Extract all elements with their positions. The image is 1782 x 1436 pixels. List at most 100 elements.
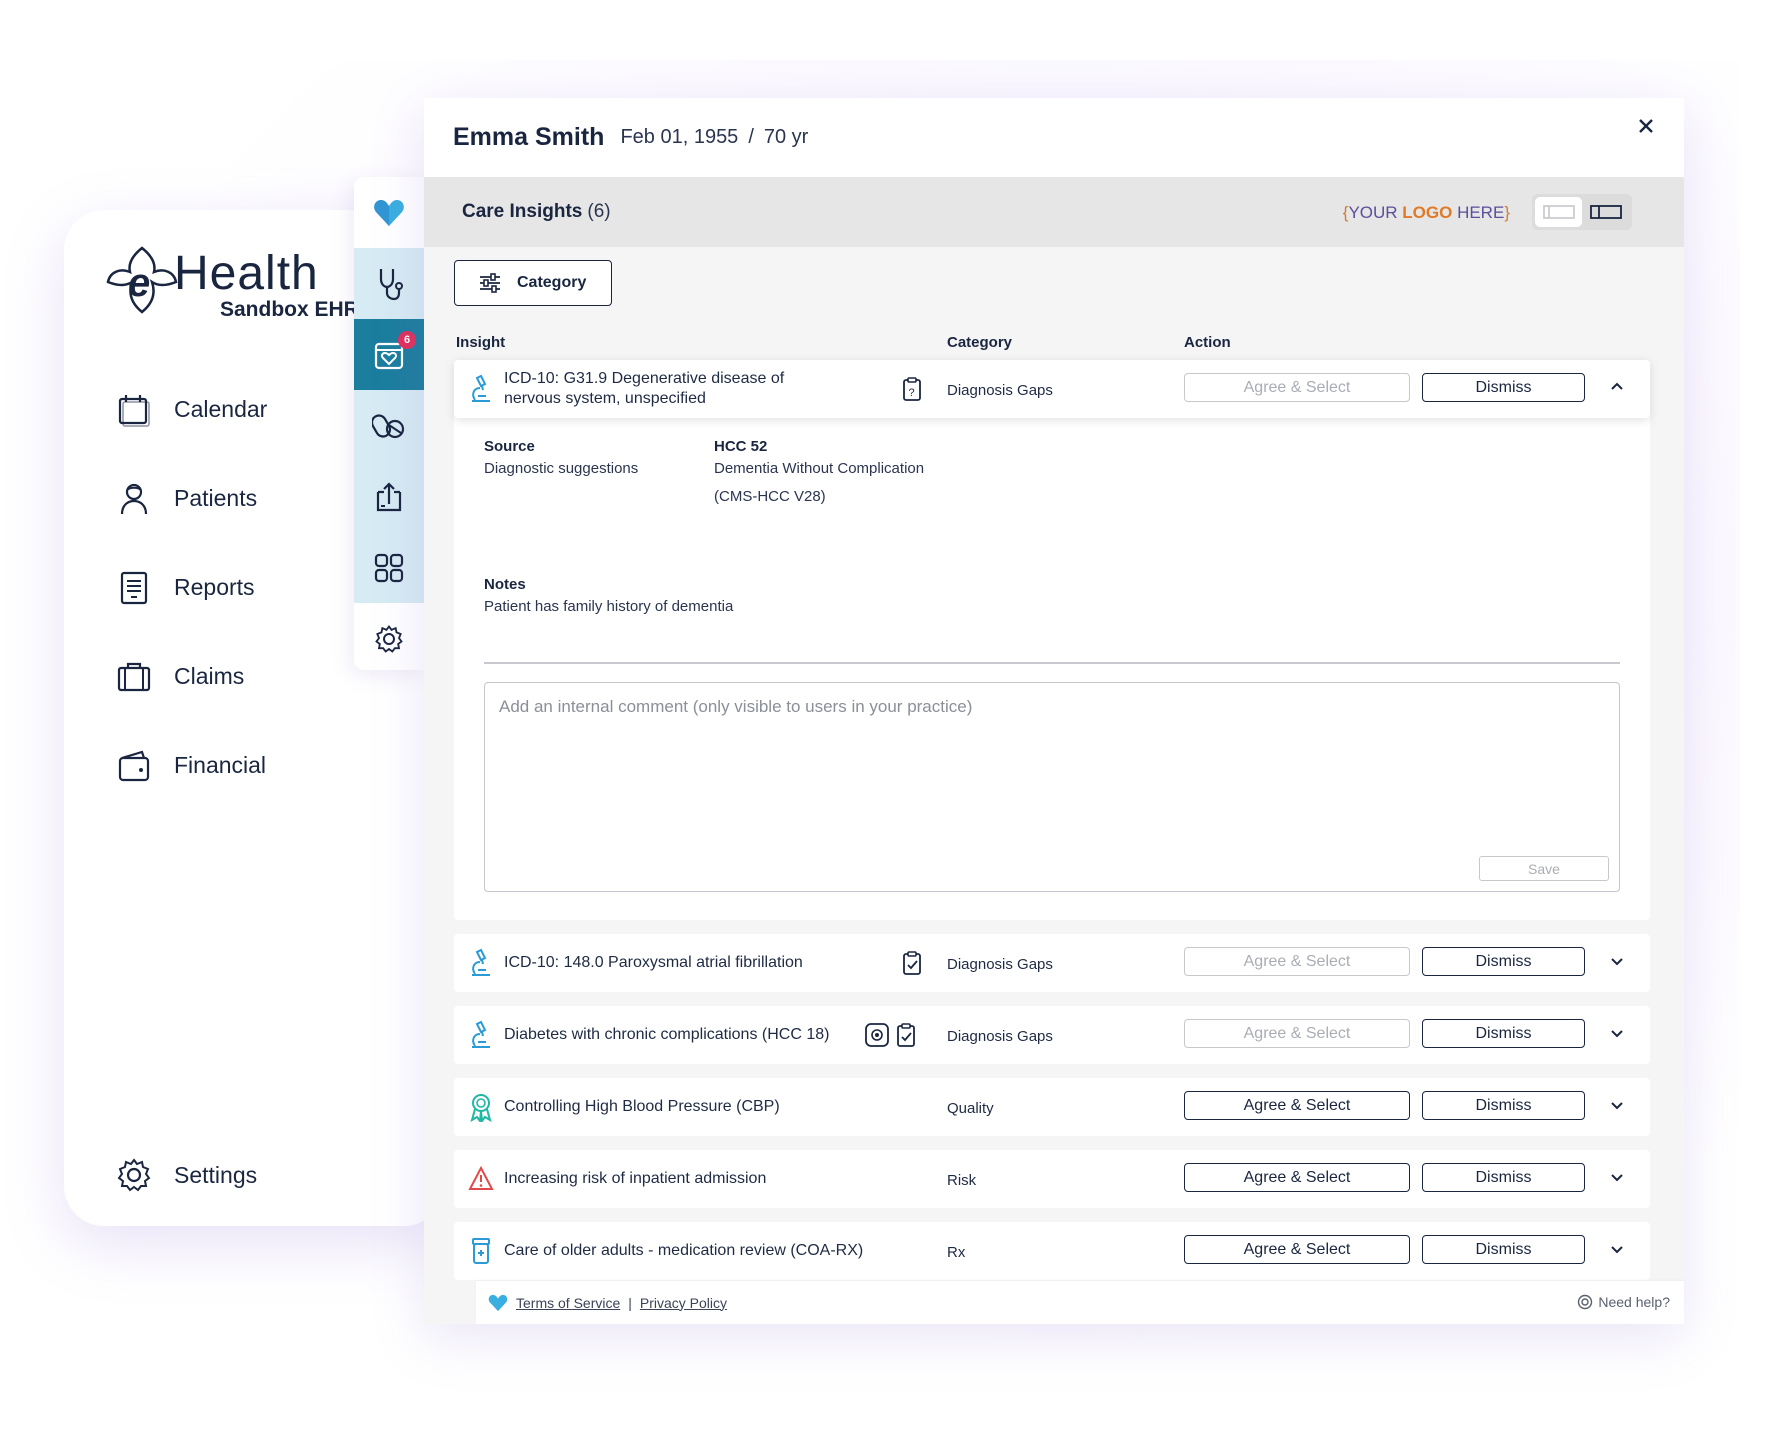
save-comment-button[interactable]: Save bbox=[1479, 856, 1609, 881]
dismiss-button[interactable]: Dismiss bbox=[1422, 1235, 1585, 1264]
care-insights-window: Emma Smith Feb 01, 1955 / 70 yr Care Ins… bbox=[424, 98, 1684, 1324]
chevron-down-icon[interactable] bbox=[1608, 1096, 1626, 1114]
dismiss-button[interactable]: Dismiss bbox=[1422, 1163, 1585, 1192]
logo-placeholder-here: HERE bbox=[1452, 203, 1505, 222]
calendar-icon bbox=[116, 392, 152, 428]
dismiss-button[interactable]: Dismiss bbox=[1422, 1019, 1585, 1048]
footer-separator: | bbox=[628, 1294, 632, 1311]
rail-medication-button[interactable] bbox=[354, 390, 424, 461]
rail-upload-button[interactable] bbox=[354, 461, 424, 532]
clipboard-question-icon[interactable]: ? bbox=[902, 376, 922, 402]
view-compact-button[interactable] bbox=[1535, 197, 1582, 227]
grid-icon bbox=[374, 553, 404, 582]
hcc-description: Dementia Without Complication bbox=[714, 460, 925, 477]
gear-icon bbox=[375, 624, 403, 653]
chevron-up-icon[interactable] bbox=[1608, 378, 1626, 396]
nav-label-calendar: Calendar bbox=[174, 396, 268, 422]
patient-name: Emma Smith bbox=[453, 123, 605, 151]
notes-label: Notes bbox=[484, 576, 526, 593]
award-ribbon-icon bbox=[470, 1094, 492, 1122]
ehealth-logo-mark-icon: e bbox=[106, 246, 178, 314]
panel-compact-icon bbox=[1542, 205, 1575, 219]
agree-select-button[interactable]: Agree & Select bbox=[1184, 1235, 1410, 1264]
insight-category: Diagnosis Gaps bbox=[947, 382, 1053, 399]
nav-item-settings[interactable]: Settings bbox=[116, 1150, 257, 1200]
rail-stethoscope-button[interactable] bbox=[354, 248, 424, 319]
agree-select-button[interactable]: Agree & Select bbox=[1184, 373, 1410, 402]
microscope-icon bbox=[472, 374, 490, 402]
insight-row[interactable]: Care of older adults - medication review… bbox=[454, 1222, 1650, 1280]
nav-label-reports: Reports bbox=[174, 574, 255, 600]
category-filter-button[interactable]: Category bbox=[454, 260, 612, 306]
nav-label-settings: Settings bbox=[174, 1161, 258, 1188]
terms-of-service-link[interactable]: Terms of Service bbox=[516, 1295, 620, 1311]
insight-category: Rx bbox=[947, 1244, 966, 1261]
insights-count-badge: 6 bbox=[398, 331, 416, 349]
close-button[interactable] bbox=[1638, 114, 1654, 140]
insight-tool-rail: 6 bbox=[354, 177, 424, 670]
rail-care-insights-button[interactable]: 6 bbox=[354, 319, 424, 390]
rail-heart-button[interactable] bbox=[354, 177, 424, 248]
view-expanded-button[interactable] bbox=[1582, 197, 1629, 227]
warning-triangle-icon bbox=[468, 1165, 494, 1190]
briefcase-icon bbox=[116, 659, 152, 695]
microscope-icon bbox=[472, 1020, 490, 1048]
chevron-down-icon[interactable] bbox=[1608, 1024, 1626, 1042]
hcc-label: HCC 52 bbox=[714, 438, 768, 455]
nav-label-patients: Patients bbox=[174, 485, 258, 511]
nav-label-financial: Financial bbox=[174, 752, 267, 778]
insights-content: Category Insight Category Action ICD-10:… bbox=[454, 260, 1650, 1294]
svg-text:e: e bbox=[128, 261, 150, 305]
document-upload-icon bbox=[376, 481, 402, 511]
hcc-model: (CMS-HCC V28) bbox=[714, 488, 826, 505]
rail-settings-button[interactable] bbox=[354, 603, 424, 674]
insight-row[interactable]: Diabetes with chronic complications (HCC… bbox=[454, 1006, 1650, 1064]
col-header-insight: Insight bbox=[456, 334, 506, 351]
agree-select-button[interactable]: Agree & Select bbox=[1184, 947, 1410, 976]
report-icon bbox=[116, 570, 152, 606]
chevron-down-icon[interactable] bbox=[1608, 1240, 1626, 1258]
insights-column-headers: Insight Category Action bbox=[454, 316, 1650, 360]
rail-apps-button[interactable] bbox=[354, 532, 424, 603]
dismiss-button[interactable]: Dismiss bbox=[1422, 1091, 1585, 1120]
care-insights-title: Care Insights bbox=[462, 201, 583, 222]
insight-title: Controlling High Blood Pressure (CBP) bbox=[504, 1098, 780, 1115]
nav-item-financial[interactable]: Financial bbox=[116, 721, 416, 810]
agree-select-button[interactable]: Agree & Select bbox=[1184, 1019, 1410, 1048]
close-icon bbox=[1639, 119, 1653, 133]
insight-category: Diagnosis Gaps bbox=[947, 1028, 1053, 1045]
insight-title: Care of older adults - medication review… bbox=[504, 1242, 864, 1259]
chevron-down-icon[interactable] bbox=[1608, 1168, 1626, 1186]
patient-dob: Feb 01, 1955 bbox=[620, 126, 739, 148]
dismiss-button[interactable]: Dismiss bbox=[1422, 947, 1585, 976]
logo-placeholder: {YOUR LOGO HERE} bbox=[1343, 203, 1510, 223]
image-scan-icon[interactable] bbox=[864, 1022, 890, 1048]
view-mode-toggle bbox=[1532, 194, 1632, 230]
care-insights-header: Care Insights (6) {YOUR LOGO HERE} bbox=[424, 177, 1684, 247]
nav-label-claims: Claims bbox=[174, 663, 245, 689]
patient-meta-separator: / bbox=[748, 126, 754, 148]
internal-comment-input[interactable] bbox=[499, 697, 1499, 717]
dismiss-button[interactable]: Dismiss bbox=[1422, 373, 1585, 402]
microscope-icon bbox=[472, 948, 490, 976]
clipboard-check-icon[interactable] bbox=[902, 950, 922, 976]
insight-row[interactable]: Increasing risk of inpatient admission R… bbox=[454, 1150, 1650, 1208]
insight-tag-icons bbox=[902, 950, 922, 976]
logo-placeholder-logo: LOGO bbox=[1402, 203, 1453, 222]
need-help-link[interactable]: Need help? bbox=[1577, 1294, 1670, 1310]
insights-footer: Terms of Service | Privacy Policy Need h… bbox=[476, 1281, 1684, 1324]
privacy-policy-link[interactable]: Privacy Policy bbox=[640, 1295, 727, 1311]
gear-icon bbox=[116, 1157, 152, 1193]
chevron-down-icon[interactable] bbox=[1608, 952, 1626, 970]
insight-tag-icons: ? bbox=[902, 376, 922, 402]
insight-row[interactable]: ICD-10: G31.9 Degenerative disease of ne… bbox=[454, 360, 1650, 418]
agree-select-button[interactable]: Agree & Select bbox=[1184, 1163, 1410, 1192]
pill-bottle-icon bbox=[472, 1238, 490, 1264]
stethoscope-icon bbox=[379, 268, 403, 300]
care-insights-count: (6) bbox=[587, 201, 611, 222]
agree-select-button[interactable]: Agree & Select bbox=[1184, 1091, 1410, 1120]
insight-row[interactable]: Controlling High Blood Pressure (CBP) Qu… bbox=[454, 1078, 1650, 1136]
panel-expanded-icon bbox=[1589, 205, 1622, 219]
insight-row[interactable]: ICD-10: 148.0 Paroxysmal atrial fibrilla… bbox=[454, 934, 1650, 992]
clipboard-check-icon[interactable] bbox=[896, 1022, 916, 1048]
